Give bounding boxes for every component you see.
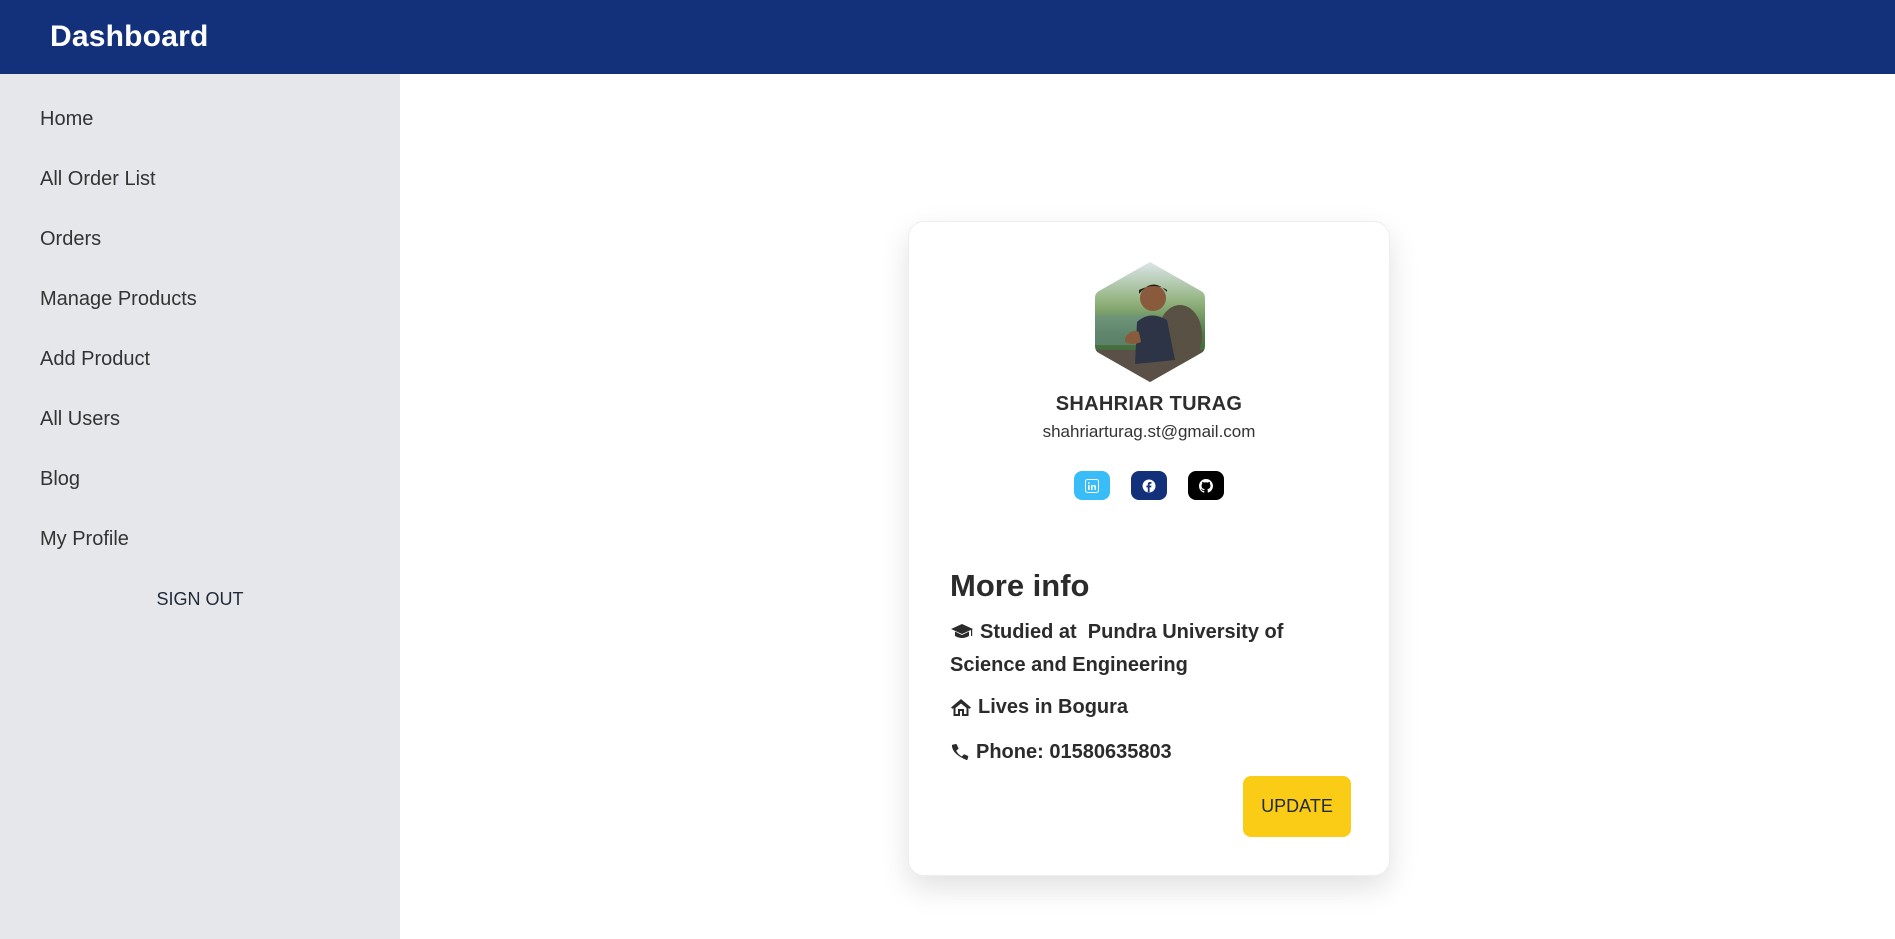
more-info-title: More info	[950, 568, 1090, 603]
phone-icon	[950, 740, 970, 770]
github-icon[interactable]	[1188, 471, 1224, 500]
sign-out-button[interactable]: SIGN OUT	[0, 584, 400, 614]
graduation-cap-icon	[950, 620, 974, 650]
sidebar-item-my-profile[interactable]: My Profile	[0, 524, 400, 584]
sidebar-item-all-users[interactable]: All Users	[0, 404, 400, 464]
update-button[interactable]: UPDATE	[1243, 776, 1351, 837]
sidebar-item-home[interactable]: Home	[0, 104, 400, 164]
sidebar-item-blog[interactable]: Blog	[0, 464, 400, 524]
profile-card: SHAHRIAR TURAG shahriarturag.st@gmail.co…	[908, 221, 1390, 876]
linkedin-icon[interactable]	[1074, 471, 1110, 500]
info-education: Studied at Pundra University of Science …	[950, 617, 1350, 680]
sidebar-item-add-product[interactable]: Add Product	[0, 344, 400, 404]
phone-text: Phone: 01580635803	[976, 741, 1172, 763]
sidebar: Home All Order List Orders Manage Produc…	[0, 74, 400, 939]
facebook-icon[interactable]	[1131, 471, 1167, 500]
profile-email: shahriarturag.st@gmail.com	[1042, 422, 1256, 441]
sidebar-item-manage-products[interactable]: Manage Products	[0, 284, 400, 344]
info-phone: Phone: 01580635803	[950, 737, 1350, 770]
sidebar-item-all-order-list[interactable]: All Order List	[0, 164, 400, 224]
info-location: Lives in Bogura	[950, 692, 1350, 725]
profile-name: SHAHRIAR TURAG	[1055, 393, 1243, 415]
top-navbar: Dashboard	[0, 0, 1895, 74]
app-title[interactable]: Dashboard	[50, 20, 209, 54]
avatar	[1095, 260, 1205, 384]
social-links	[909, 471, 1389, 500]
home-icon	[950, 695, 972, 725]
avatar-image	[1095, 262, 1205, 382]
education-text: Studied at Pundra University of Science …	[950, 621, 1289, 676]
location-text: Lives in Bogura	[978, 696, 1129, 718]
sidebar-item-orders[interactable]: Orders	[0, 224, 400, 284]
